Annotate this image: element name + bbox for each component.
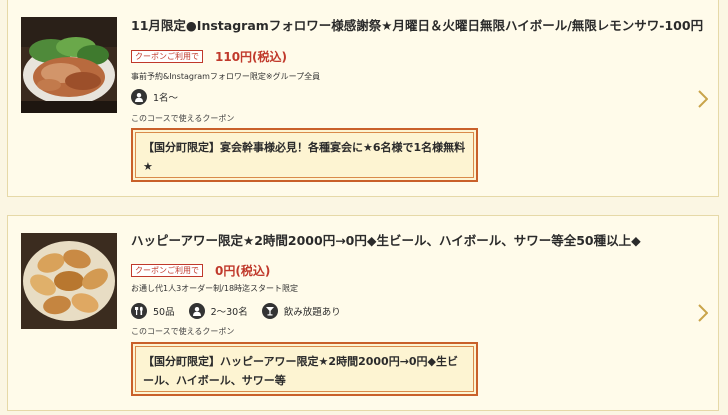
- promo-box[interactable]: 【国分町限定】宴会幹事様必見！各種宴会に★6名様で1名様無料★: [131, 128, 478, 182]
- person-icon: [131, 89, 147, 105]
- coupon-price: 110円(税込): [215, 49, 288, 64]
- food-photo: [21, 17, 117, 113]
- coupon-title[interactable]: 11月限定●Instagramフォロワー様感謝祭★月曜日＆火曜日無限ハイボール/…: [131, 18, 703, 34]
- coupon-meta: 50品 2～30名 飲み放題あり: [131, 302, 355, 320]
- cocktail-icon: [261, 303, 278, 319]
- meta-dishes: 50品: [131, 303, 175, 319]
- coupon-price: 0円(税込): [215, 263, 271, 278]
- coupon-card[interactable]: 11月限定●Instagramフォロワー様感謝祭★月曜日＆火曜日無限ハイボール/…: [7, 0, 719, 197]
- meta-drinks-text: 飲み放題あり: [283, 307, 341, 318]
- meta-people-text: 1名～: [153, 93, 179, 104]
- price-row: クーポンご利用で 0円(税込): [131, 261, 270, 279]
- chevron-right-icon[interactable]: [698, 90, 708, 108]
- price-row: クーポンご利用で 110円(税込): [131, 47, 287, 65]
- course-note: このコースで使えるクーポン: [131, 114, 235, 123]
- course-note: このコースで使えるクーポン: [131, 327, 235, 336]
- coupon-title[interactable]: ハッピーアワー限定★2時間2000円→0円◆生ビール、ハイボール、サワー等全50…: [131, 233, 688, 249]
- coupon-conditions: お通し代1人3オーダー制/18時迄スタート限定: [131, 284, 299, 293]
- fork-knife-icon: [131, 303, 147, 319]
- meta-people: 2～30名: [188, 303, 248, 319]
- coupon-badge: クーポンご利用で: [131, 263, 203, 277]
- promo-box[interactable]: 【国分町限定】ハッピーアワー限定★2時間2000円→0円◆生ビール、ハイボール、…: [131, 342, 478, 396]
- coupon-badge: クーポンご利用で: [131, 49, 203, 63]
- food-photo: [21, 233, 117, 329]
- chevron-right-icon[interactable]: [698, 304, 708, 322]
- meta-drinks: 飲み放題あり: [261, 303, 341, 319]
- meta-people-text: 2～30名: [210, 307, 248, 318]
- coupon-meta: 1名～: [131, 88, 192, 106]
- meta-people: 1名～: [131, 89, 178, 105]
- coupon-card[interactable]: ハッピーアワー限定★2時間2000円→0円◆生ビール、ハイボール、サワー等全50…: [7, 215, 719, 411]
- meta-dishes-text: 50品: [153, 307, 175, 318]
- person-icon: [188, 303, 205, 319]
- coupon-conditions: 事前予約&Instagramフォロワー限定※グループ全員: [131, 72, 321, 81]
